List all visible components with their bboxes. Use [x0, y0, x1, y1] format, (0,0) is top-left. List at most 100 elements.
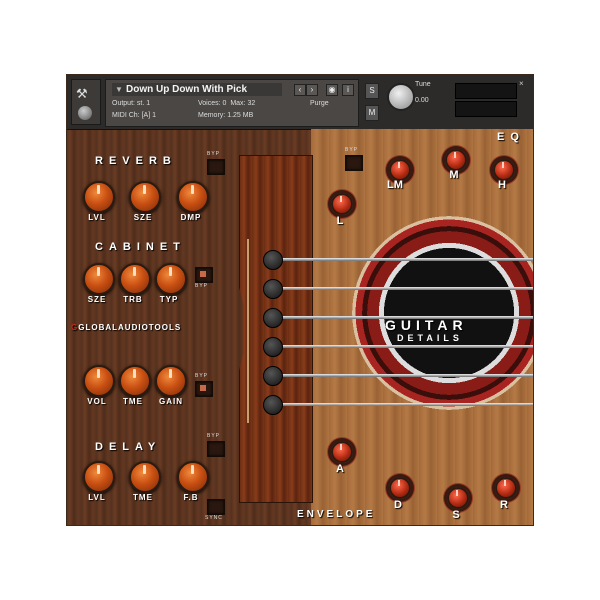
env-a-knob[interactable] — [331, 441, 353, 463]
env-a-label: A — [336, 463, 344, 475]
guitar-subtitle: DETAILS — [397, 333, 463, 343]
amp-tme-knob[interactable] — [119, 365, 151, 397]
reverb-sze-knob[interactable] — [129, 181, 161, 213]
guitar-string — [273, 287, 533, 290]
amp-gain-label: GAIN — [159, 397, 183, 406]
next-preset-icon[interactable]: › — [306, 84, 318, 96]
eq-lm-label: LM — [387, 179, 403, 191]
dropdown-arrow-icon[interactable]: ▼ — [115, 83, 123, 96]
guitar-title: GUITAR — [385, 317, 468, 333]
delay-lvl-label: LVL — [88, 493, 106, 502]
guitar-string — [273, 258, 533, 261]
midi-value[interactable]: [A] 1 — [142, 112, 156, 119]
reverb-title: REVERB — [95, 155, 177, 167]
delay-fb-label: F.B — [183, 493, 199, 502]
delay-tme-label: TME — [133, 493, 153, 502]
camera-icon[interactable]: ◉ — [326, 84, 338, 96]
tune-label: Tune — [415, 81, 431, 88]
env-r-knob[interactable] — [495, 477, 517, 499]
amp-tme-label: TME — [123, 397, 143, 406]
level-meter-bottom — [455, 101, 517, 117]
eq-bypass-label: BYP — [345, 147, 359, 153]
delay-title: DELAY — [95, 441, 162, 453]
cabinet-title: CABINET — [95, 241, 186, 253]
eq-title: EQ — [497, 131, 525, 143]
reverb-dmp-knob[interactable] — [177, 181, 209, 213]
instrument-logo[interactable]: ⚒ — [71, 79, 101, 125]
delay-sync-button[interactable] — [207, 499, 225, 515]
delay-bypass-button[interactable] — [207, 441, 225, 457]
amp-vol-label: VOL — [87, 397, 107, 406]
reverb-bypass-button[interactable] — [207, 159, 225, 175]
brand-logo: GGLOBALAUDIOTOOLS — [71, 323, 181, 332]
bridge-pin — [263, 366, 283, 386]
bridge-pin — [263, 308, 283, 328]
voices-value: 0 — [222, 100, 227, 107]
env-r-label: R — [500, 499, 508, 511]
output-label: Output: — [112, 100, 135, 107]
max-value[interactable]: 32 — [247, 100, 255, 107]
midi-label: MIDI Ch: — [112, 112, 140, 119]
memory-label: Memory: — [198, 112, 226, 119]
voices-label: Voices: — [198, 100, 221, 107]
guitar-string — [273, 403, 533, 406]
guitar-bridge — [239, 155, 313, 503]
eq-h-knob[interactable] — [493, 159, 515, 181]
eq-m-knob[interactable] — [445, 149, 467, 171]
reverb-dmp-label: DMP — [180, 213, 202, 222]
eq-l-knob[interactable] — [331, 193, 353, 215]
env-s-knob[interactable] — [447, 487, 469, 509]
envelope-title: ENVELOPE — [297, 509, 376, 520]
amp-vol-knob[interactable] — [83, 365, 115, 397]
cabinet-typ-knob[interactable] — [155, 263, 187, 295]
reverb-sze-label: SZE — [133, 213, 153, 222]
bridge-pin — [263, 279, 283, 299]
reverb-lvl-label: LVL — [88, 213, 106, 222]
cabinet-bypass-label: BYP — [195, 283, 209, 289]
eq-h-label: H — [498, 179, 506, 191]
eq-l-label: L — [336, 215, 344, 227]
wrench-icon[interactable]: ⚒ — [76, 86, 88, 102]
cabinet-bypass-button[interactable] — [195, 267, 213, 283]
memory-row: Memory: 1.25 MB — [198, 112, 253, 119]
env-d-knob[interactable] — [389, 477, 411, 499]
cabinet-trb-knob[interactable] — [119, 263, 151, 295]
voices-row: Voices: 0 Max: 32 — [198, 100, 255, 107]
delay-fb-knob[interactable] — [177, 461, 209, 493]
purge-button[interactable]: Purge — [310, 100, 329, 107]
purge-label: Purge — [310, 100, 329, 107]
env-s-label: S — [452, 509, 460, 521]
tune-knob[interactable] — [387, 83, 415, 111]
kontakt-header: ⚒ ▼ Down Up Down With Pick ‹ › ◉ i Outpu… — [67, 75, 533, 130]
close-icon[interactable]: × — [519, 79, 524, 88]
bridge-pin — [263, 337, 283, 357]
instrument-ball-icon — [78, 106, 92, 120]
eq-m-label: M — [449, 169, 459, 181]
amp-gain-knob[interactable] — [155, 365, 187, 397]
mute-button[interactable]: M — [365, 105, 379, 121]
delay-tme-knob[interactable] — [129, 461, 161, 493]
instrument-window: ⚒ ▼ Down Up Down With Pick ‹ › ◉ i Outpu… — [66, 74, 534, 526]
reverb-lvl-knob[interactable] — [83, 181, 115, 213]
amp-bypass-button[interactable] — [195, 381, 213, 397]
eq-lm-knob[interactable] — [389, 159, 411, 181]
info-icon[interactable]: i — [342, 84, 354, 96]
cabinet-typ-label: TYP — [159, 295, 179, 304]
max-label: Max: — [230, 100, 246, 107]
output-value[interactable]: st. 1 — [137, 100, 150, 107]
cabinet-trb-label: TRB — [123, 295, 143, 304]
cabinet-sze-knob[interactable] — [83, 263, 115, 295]
memory-value: 1.25 MB — [227, 112, 254, 119]
delay-lvl-knob[interactable] — [83, 461, 115, 493]
bridge-pin — [263, 395, 283, 415]
midi-row[interactable]: MIDI Ch: [A] 1 — [112, 112, 156, 119]
prev-preset-icon[interactable]: ‹ — [294, 84, 306, 96]
delay-bypass-label: BYP — [207, 433, 221, 439]
solo-button[interactable]: S — [365, 83, 379, 99]
eq-bypass-button[interactable] — [345, 155, 363, 171]
brand-text: GLOBALAUDIOTOOLS — [78, 323, 182, 332]
amp-bypass-label: BYP — [195, 373, 209, 379]
instrument-name-field[interactable]: ▼ Down Up Down With Pick — [112, 83, 282, 96]
delay-sync-label: SYNC — [205, 515, 223, 521]
output-row[interactable]: Output: st. 1 — [112, 100, 150, 107]
